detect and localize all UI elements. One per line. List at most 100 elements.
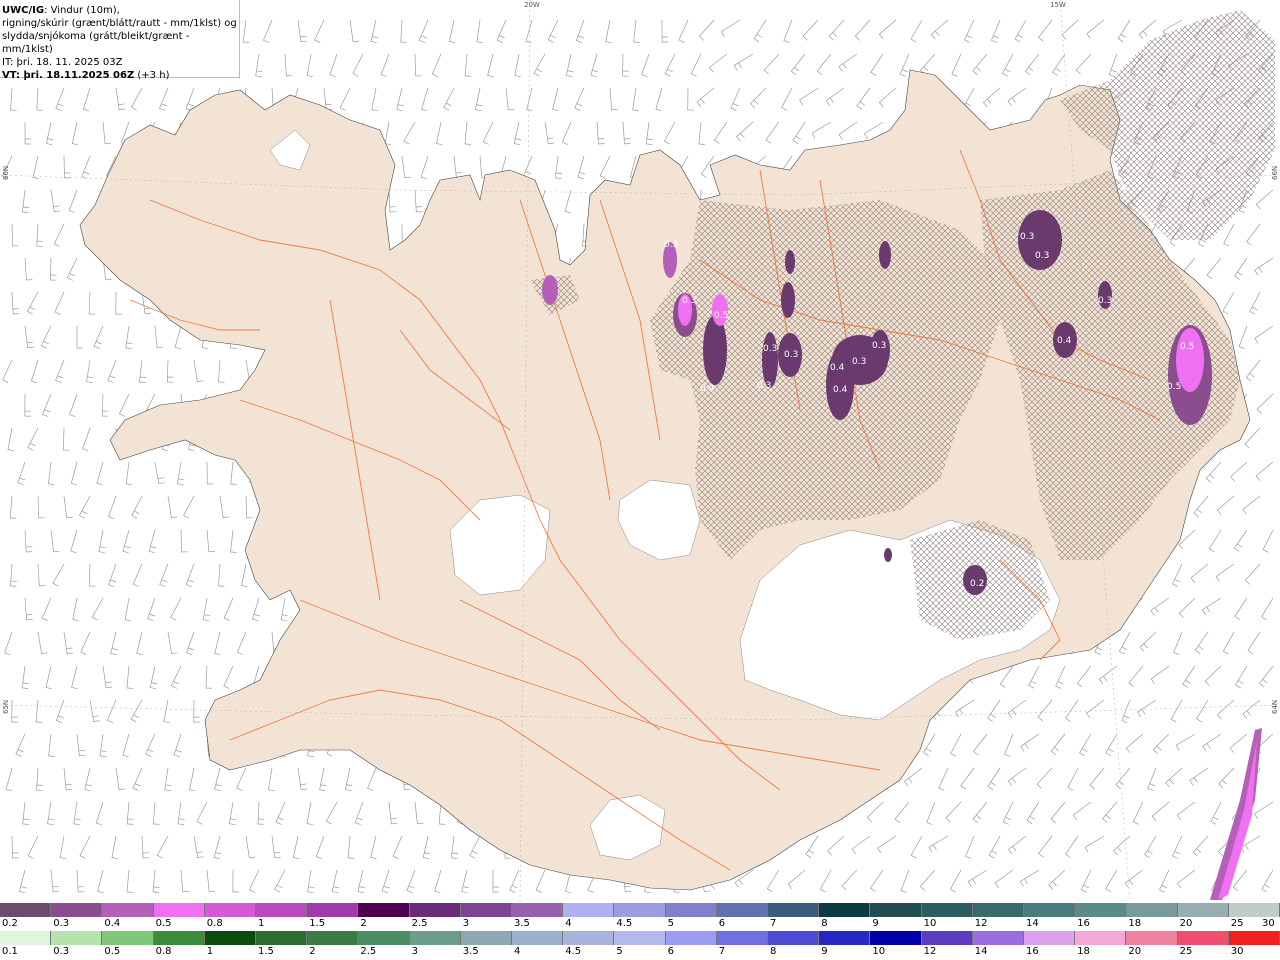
legend-swatch	[102, 903, 154, 917]
legend-tick-label: 5	[667, 918, 674, 929]
grid-label-65n-left: 65N	[2, 699, 10, 714]
legend-tick-label: 0.5	[104, 946, 121, 957]
precip-label: 0.3	[872, 341, 886, 351]
precip-label: 0.4	[1057, 336, 1072, 346]
legend-tick-label: 16	[1026, 946, 1039, 957]
init-time: IT: þri. 18. 11. 2025 03Z	[2, 57, 123, 68]
legend-swatch	[460, 903, 513, 917]
legend-tick-label: 1.5	[309, 918, 326, 929]
legend-swatch	[0, 903, 52, 917]
legend-swatch	[614, 931, 666, 945]
legend-tick-label: 6	[667, 946, 674, 957]
snow-legend-ticks: 0.2 0.3 0.4 0.5 0.8 1 1.5 2 2.5 3 3.5 4 4.5 5 6 7 8 9 10 12…	[0, 917, 1280, 931]
precip-label: 0.3	[784, 350, 798, 360]
legend-swatch	[358, 903, 410, 917]
legend-tick-label: 10	[923, 918, 937, 929]
legend-tick-label: 3	[411, 946, 418, 957]
precip-label: 0.3	[1035, 251, 1049, 261]
legend-tick-label: 1.5	[258, 946, 274, 957]
legend-swatch	[358, 931, 410, 945]
legend-swatch	[1177, 931, 1229, 945]
precip-label: 0.5	[714, 311, 728, 321]
legend-tick-label: 25	[1230, 918, 1244, 929]
legend-swatch	[819, 903, 871, 917]
legend-tick-label: 8	[821, 918, 828, 929]
rain-legend-ticks: 0.1 0.3 0.5 0.8 1 1.5 2 2.5 3 3.5 4 4.5 5 6 7 8 9 10 12 14 1…	[0, 945, 1280, 959]
legend-tick-label: 3	[462, 918, 470, 929]
grid-label-64n-right: 64N	[1271, 699, 1279, 714]
legend-tick-label: 12	[974, 918, 988, 929]
legend-swatch	[563, 903, 615, 917]
precip-label: 0.3	[852, 357, 866, 367]
valid-time: VT: þri. 18.11.2025 06Z (+3 h)	[2, 70, 170, 81]
legend-tick-label: 8	[770, 946, 777, 957]
legend-tick-label: 18	[1077, 946, 1090, 957]
precip-label: 0.3	[1098, 296, 1112, 306]
legend-tick-label: 20	[1179, 918, 1193, 929]
legend-swatch	[1126, 903, 1178, 917]
legend-swatch	[51, 903, 103, 917]
info-line-3: slydda/snjókoma (grátt/bleikt/grænt - mm…	[2, 31, 190, 55]
legend-swatch	[460, 931, 513, 945]
legend-tick-label: 7	[718, 946, 726, 957]
legend-tick-label: 30	[1262, 918, 1275, 929]
legend-swatch	[204, 931, 257, 945]
grid-label-66n-left: 66N	[2, 165, 10, 180]
legend-tick-label: 18	[1128, 918, 1142, 929]
legend-swatch	[512, 931, 564, 945]
legend-tick-label: 4.5	[616, 918, 633, 929]
legend-tick-label: 9	[872, 918, 879, 929]
snow-legend: 0.2 0.3 0.4 0.5 0.8 1 1.5 2 2.5 3 3.5 4 4.5 5 6 7 8 9 10 12…	[0, 903, 1280, 931]
grid-label-20w: 20W	[524, 1, 540, 9]
legend-swatch	[870, 931, 922, 945]
precip-label: 0.5	[1180, 342, 1194, 352]
legend-tick-label: 3.5	[514, 918, 530, 929]
legend-swatch	[665, 903, 717, 917]
legend-tick-label: 0.3	[53, 918, 70, 929]
grid-label-15w: 15W	[1050, 1, 1066, 9]
legend-swatch	[1024, 931, 1076, 945]
info-line-2: rigning/skúrir (grænt/blátt/rautt - mm/1…	[2, 18, 237, 29]
legend-swatch	[102, 931, 154, 945]
legend-tick-label: 4	[565, 918, 572, 929]
legend-swatch	[512, 903, 564, 917]
map-info-panel: UWC/IG: Vindur (10m), rigning/skúrir (gr…	[0, 0, 240, 81]
legend-swatch	[1024, 903, 1076, 917]
grid-label-66n-right: 66N	[1271, 165, 1279, 180]
legend-swatch	[716, 931, 769, 945]
legend-swatch	[665, 931, 717, 945]
legend-swatch	[1228, 903, 1280, 917]
legend-tick-label: 2.5	[411, 918, 428, 929]
legend-tick-label: 0.2	[2, 918, 18, 929]
legend-swatch	[614, 903, 666, 917]
legend-swatch	[256, 903, 308, 917]
precip-label: 0.4	[830, 363, 845, 373]
legend-tick-label: 0.8	[206, 918, 223, 929]
legend-swatch	[204, 903, 257, 917]
legend-tick-label: 2	[360, 918, 367, 929]
legend-swatch	[409, 903, 461, 917]
legend-tick-label: 0.5	[155, 918, 172, 929]
legend-tick-label: 0.4	[104, 918, 121, 929]
precip-label: 0.3	[1020, 232, 1034, 242]
legend-swatch	[1228, 931, 1280, 945]
precip-label: 0.4	[700, 384, 715, 394]
legend-tick-label: 16	[1077, 918, 1090, 929]
precip-label: 0.2	[970, 579, 984, 589]
legend-swatch	[153, 903, 205, 917]
legend-swatch	[256, 931, 308, 945]
legend-swatch	[153, 931, 205, 945]
legend-swatch	[716, 903, 769, 917]
legend-swatch	[921, 931, 973, 945]
legend-tick-label: 25	[1179, 946, 1193, 957]
precip-label: 0.3	[757, 381, 771, 391]
legend-swatch	[409, 931, 461, 945]
product-code: UWC/IG	[2, 5, 45, 16]
legend-swatch	[307, 903, 359, 917]
legend-tick-label: 5	[616, 946, 623, 957]
legend-tick-label: 14	[974, 946, 988, 957]
legend-swatch	[1177, 903, 1229, 917]
legend-swatch	[563, 931, 615, 945]
legend-swatch	[768, 903, 820, 917]
weather-map[interactable]: 0.3 0.3 0.3 0.4 0.3 0.3 0.3 0.3 0.4 0.4 …	[0, 0, 1280, 902]
